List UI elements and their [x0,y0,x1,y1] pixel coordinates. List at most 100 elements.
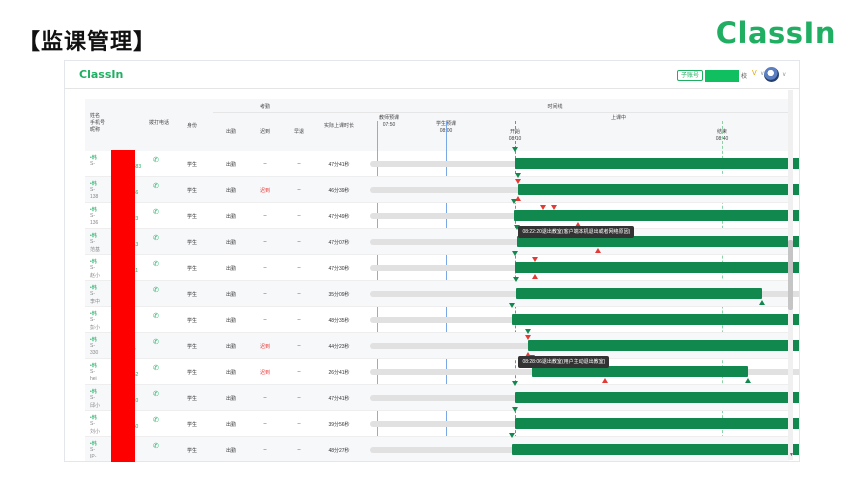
table-row[interactable]: •韩S-138366✆学生出勤迟到--46分39秒 [85,173,799,203]
late-cell: -- [263,421,267,427]
table-row[interactable]: •韩 S- 李中 ✆ 学生 出勤 -- -- 35分09秒 [85,277,799,307]
scrollbar[interactable] [788,90,793,460]
leave-early-cell: -- [297,343,301,349]
student-name: •韩 [90,155,97,161]
duration-cell: 39分56秒 [328,422,350,428]
phone-icon[interactable]: ✆ [153,364,159,372]
table-row[interactable]: •韩S-刘小650✆学生出勤----39分56秒 [85,407,799,437]
phone-icon[interactable]: ✆ [153,208,159,216]
attendance-bar [515,392,799,403]
attend-cell: 出勤 [225,344,237,350]
phone-icon[interactable]: ✆ [153,286,159,294]
header-late: 迟到 [259,129,271,135]
attend-cell: 出勤 [225,370,237,376]
phone-icon[interactable]: ✆ [153,312,159,320]
table-row[interactable]: •韩S-33036✆学生出勤迟到--44分23秒 [85,329,799,359]
identity-cell: 学生 [186,188,198,194]
student-phone: S- [90,213,95,219]
student-name: •韩 [90,233,97,239]
attendance-bar [511,314,799,325]
phone-icon[interactable]: ✆ [153,442,159,450]
table-row[interactable]: •韩 S- IP- ✆ 学生 出勤 -- -- 48分27秒 [85,433,799,461]
scrollbar-thumb[interactable] [788,240,793,310]
account-suffix: 校 [741,74,748,80]
attendance-bar [515,418,799,429]
student-nickname: 138 [90,194,99,200]
duration-cell: 26分41秒 [328,370,350,376]
duration-cell: 47分49秒 [328,214,350,220]
duration-cell: 48分35秒 [328,318,350,324]
header-attendance: 考勤 [259,104,271,110]
attend-cell: 出勤 [225,292,237,298]
bar-end-marker [758,300,765,305]
phone-icon[interactable]: ✆ [153,390,159,398]
student-phone: S- [90,395,95,401]
header-call: 拨打电话 [149,120,170,126]
table-row[interactable]: •韩 S- 2583 ✆ 学生 出勤 -- -- 47分41秒 [85,147,799,177]
student-name: •韩 [90,415,97,421]
app-logo[interactable]: ClassIn [79,68,123,81]
student-nickname: 330 [90,350,99,356]
student-nickname: 136 [90,220,99,226]
attendance-bar [528,340,799,351]
student-nickname: IP- [90,454,97,460]
student-phone: S- [90,447,95,453]
phone-icon[interactable]: ✆ [153,156,159,164]
phone-icon[interactable]: ✆ [153,338,159,346]
student-name: •韩 [90,441,97,447]
attend-cell: 出勤 [225,214,237,220]
table-row[interactable]: •韩 S- 彭小 ✆ 学生 出勤 -- -- 48分35秒 [85,303,799,333]
account-type-badge: 子账号 [677,70,704,81]
late-cell: -- [263,317,267,323]
student-name: •韩 [90,181,97,187]
identity-cell: 学生 [186,344,198,350]
student-nickname: 刘小 [90,429,101,435]
avatar-dropdown-icon[interactable]: ∨ [782,71,786,78]
attend-cell: 出勤 [225,240,237,246]
late-cell: 迟到 [259,344,271,350]
attendance-bar [513,210,799,221]
late-cell: -- [263,447,267,453]
table-row[interactable]: •韩S-范基813✆学生出勤----47分07秒08:22:20退出教室(客户端… [85,225,799,255]
avatar-icon[interactable] [764,67,779,82]
leave-early-cell: -- [297,369,301,375]
header-duration: 实际上课时长 [323,123,355,129]
student-phone: S- [90,239,95,245]
bar-end-marker [744,378,751,383]
attendance-bar [515,262,799,273]
student-phone: S- [90,187,95,193]
student-phone: S- [90,291,95,297]
identity-cell: 学生 [186,448,198,454]
student-name: •韩 [90,337,97,343]
identity-cell: 学生 [186,396,198,402]
phone-icon[interactable]: ✆ [153,260,159,268]
event-tooltip: 08:28:06退出教室(用户主动退出教室) [518,356,610,368]
header-attend: 出勤 [225,129,237,135]
identity-cell: 学生 [186,370,198,376]
bar-start-marker [508,433,515,438]
table-row[interactable]: •韩S-赵小611✆学生出勤----47分30秒 [85,251,799,281]
bar-start-marker [512,147,518,152]
account-name-redacted[interactable] [705,70,739,82]
attend-cell: 出勤 [225,318,237,324]
student-name: •韩 [90,311,97,317]
attendance-bar [515,288,762,299]
table-row[interactable]: •韩S-邱小610✆学生出勤----47分41秒 [85,381,799,411]
exit-marker [595,248,602,253]
scroll-down-icon[interactable]: ▼ [789,452,794,458]
leave-early-cell: -- [297,291,301,297]
phone-icon[interactable]: ✆ [153,234,159,242]
phone-icon[interactable]: ✆ [153,416,159,424]
identity-cell: 学生 [186,214,198,220]
phone-icon[interactable]: ✆ [153,182,159,190]
attendance-bar [515,158,799,169]
table-row[interactable]: •韩S-hei252✆学生出勤迟到--26分41秒08:28:06退出教室(用户… [85,355,799,385]
bar-start-marker [512,277,519,282]
late-cell: 迟到 [259,370,271,376]
table-row[interactable]: •韩S-136023✆学生出勤----47分49秒 [85,199,799,229]
bar-start-marker [515,173,522,178]
event-tooltip: 08:22:20退出教室(客户端本机退出或者网络原因) [518,226,635,238]
identity-cell: 学生 [186,240,198,246]
student-phone: S- [90,369,95,375]
identity-cell: 学生 [186,162,198,168]
